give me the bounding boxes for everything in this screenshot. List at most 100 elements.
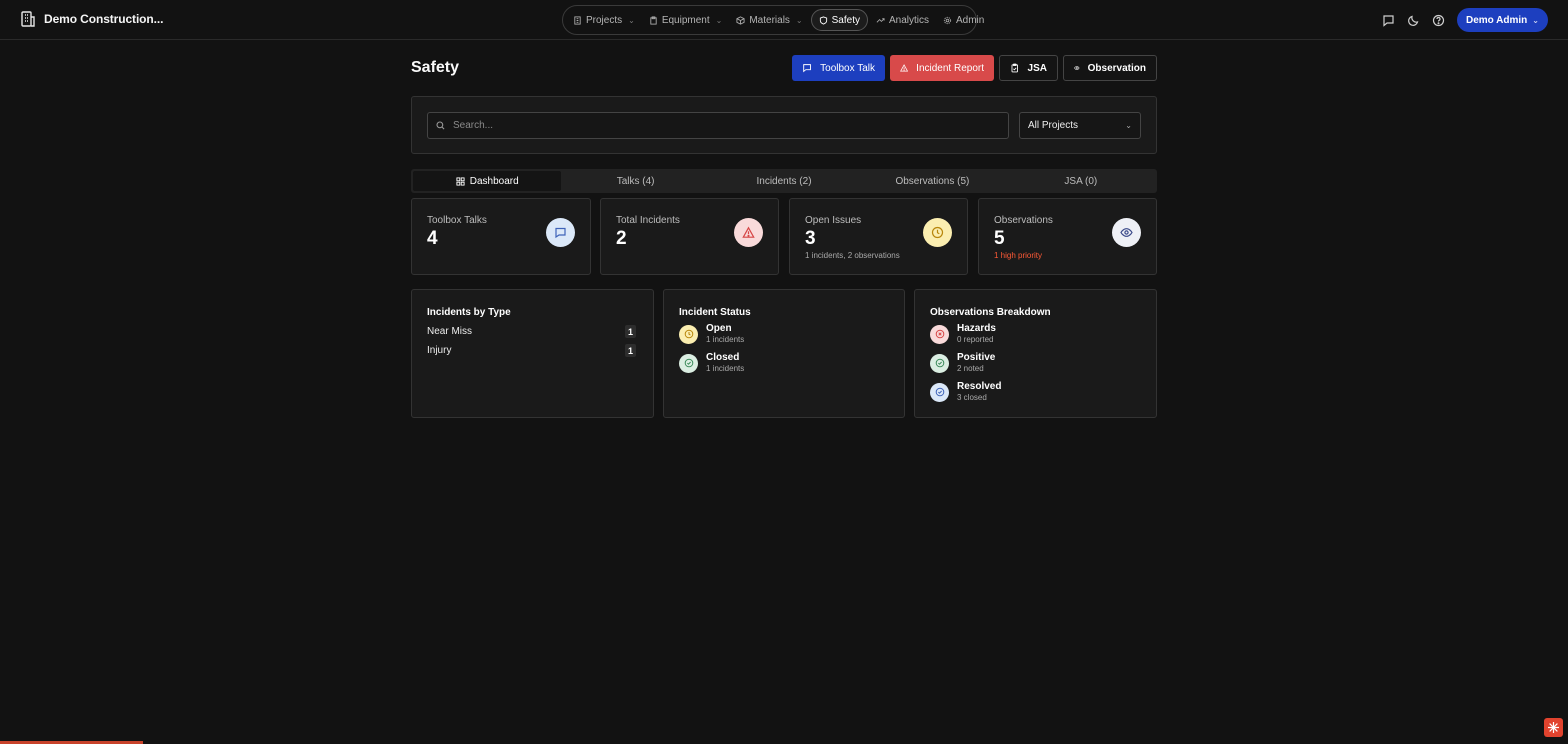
tab-observations[interactable]: Observations (5) (858, 171, 1006, 191)
incident-report-label: Incident Report (916, 62, 984, 74)
eye-icon (1074, 66, 1080, 70)
message-icon (803, 64, 811, 73)
nav-projects-label: Projects (586, 14, 623, 26)
shield-icon (819, 15, 827, 25)
nav-equipment[interactable]: Equipment ⌄ (643, 9, 729, 31)
tab-talks[interactable]: Talks (4) (561, 171, 709, 191)
list-item[interactable]: Injury 1 (427, 344, 636, 357)
clipboard-check-icon (1011, 63, 1018, 73)
nav-materials-label: Materials (749, 14, 790, 26)
user-menu-button[interactable]: Demo Admin ⌄ (1456, 8, 1548, 32)
status-count: 1 incidents (706, 335, 745, 344)
tab-dashboard[interactable]: Dashboard (413, 171, 562, 191)
count-badge: 1 (625, 344, 636, 357)
search-icon (436, 121, 445, 130)
nav-safety[interactable]: Safety (810, 9, 868, 31)
nav-admin[interactable]: Admin (937, 9, 990, 31)
warning-icon (900, 64, 909, 72)
list-item: Resolved 3 closed (930, 381, 1001, 403)
stat-label: Observations (994, 215, 1053, 226)
clipboard-icon (650, 15, 657, 25)
stat-value: 5 (994, 228, 1005, 249)
nav-materials[interactable]: Materials ⌄ (730, 9, 808, 31)
top-right-tools: Demo Admin ⌄ (1382, 8, 1548, 32)
gear-icon (943, 16, 952, 24)
chevron-down-icon: ⌄ (1125, 121, 1132, 130)
nav-safety-label: Safety (831, 14, 860, 26)
count-badge: 1 (625, 325, 636, 338)
nav-projects[interactable]: Projects ⌄ (567, 9, 641, 31)
chevron-down-icon: ⌄ (1532, 15, 1539, 25)
toolbox-talk-label: Toolbox Talk (820, 62, 875, 74)
eye-icon (1112, 218, 1141, 247)
check-circle-icon (930, 382, 949, 402)
jsa-label: JSA (1027, 62, 1047, 74)
toolbox-talk-button[interactable]: Toolbox Talk (792, 55, 885, 81)
breakdown-label: Resolved (957, 381, 1002, 392)
incident-report-button[interactable]: Incident Report (890, 55, 994, 81)
breakdown-count: 3 closed (957, 393, 987, 402)
help-icon[interactable] (1432, 14, 1445, 27)
top-bar: Demo Construction... Projects ⌄ Equipmen… (0, 0, 1568, 40)
search-box[interactable] (427, 112, 1009, 139)
stat-label: Open Issues (805, 215, 862, 226)
header-actions: Toolbox Talk Incident Report JSA Observa… (792, 55, 1157, 81)
grid-icon (456, 176, 465, 186)
panel-title: Incident Status (679, 307, 751, 318)
tab-jsa[interactable]: JSA (0) (1007, 171, 1155, 191)
nav-equipment-label: Equipment (661, 14, 710, 26)
sparkle-icon[interactable] (1544, 718, 1563, 737)
panel-title: Incidents by Type (427, 307, 511, 318)
stat-card-toolbox-talks: Toolbox Talks 4 (411, 198, 591, 275)
check-circle-icon (930, 353, 949, 373)
stat-value: 4 (427, 228, 438, 249)
panel-title: Observations Breakdown (930, 307, 1051, 318)
tab-dashboard-label: Dashboard (469, 175, 519, 187)
user-name: Demo Admin (1465, 14, 1528, 26)
observation-label: Observation (1087, 62, 1146, 74)
stat-sub-high-priority: 1 high priority (994, 251, 1043, 260)
type-label: Injury (427, 345, 452, 356)
jsa-button[interactable]: JSA (999, 55, 1058, 81)
stat-sub: 1 incidents, 2 observations (805, 251, 900, 260)
stat-label: Total Incidents (616, 215, 680, 226)
breakdown-label: Hazards (957, 323, 996, 334)
chevron-down-icon: ⌄ (795, 15, 803, 25)
trending-icon (876, 17, 885, 23)
list-item[interactable]: Near Miss 1 (427, 325, 636, 338)
tab-jsa-label: JSA (0) (1064, 175, 1098, 187)
stat-card-observations: Observations 5 1 high priority (978, 198, 1157, 275)
tab-observations-label: Observations (5) (895, 175, 970, 187)
observation-button[interactable]: Observation (1063, 55, 1157, 81)
project-select[interactable]: All Projects ⌄ (1019, 112, 1141, 139)
tab-incidents[interactable]: Incidents (2) (710, 171, 858, 191)
chevron-down-icon: ⌄ (628, 15, 635, 25)
safety-tabs: Dashboard Talks (4) Incidents (2) Observ… (411, 169, 1157, 193)
project-select-value: All Projects (1028, 120, 1079, 131)
breakdown-label: Positive (957, 352, 996, 363)
filter-card: All Projects ⌄ (411, 96, 1157, 154)
tab-incidents-label: Incidents (2) (756, 175, 812, 187)
search-input[interactable] (453, 120, 993, 131)
status-label: Open (706, 323, 732, 334)
message-icon[interactable] (1382, 14, 1395, 27)
incident-status-panel: Incident Status Open 1 incidents Closed … (663, 289, 905, 418)
org-name: Demo Construction... (44, 12, 164, 26)
clock-icon (923, 218, 952, 247)
moon-icon[interactable] (1407, 14, 1420, 27)
warning-icon (734, 218, 763, 247)
stat-label: Toolbox Talks (427, 215, 487, 226)
nav-analytics[interactable]: Analytics (870, 9, 935, 31)
page-title: Safety (411, 59, 460, 76)
x-circle-icon (930, 324, 949, 344)
stat-card-total-incidents: Total Incidents 2 (600, 198, 779, 275)
clock-icon (679, 324, 698, 344)
brand[interactable]: Demo Construction... (19, 10, 163, 28)
status-count: 1 incidents (706, 364, 745, 373)
type-label: Near Miss (427, 326, 473, 337)
stat-value: 3 (805, 228, 816, 249)
breakdown-count: 0 reported (957, 335, 994, 344)
status-label: Closed (706, 352, 740, 363)
stat-value: 2 (616, 228, 627, 249)
message-icon (546, 218, 575, 247)
